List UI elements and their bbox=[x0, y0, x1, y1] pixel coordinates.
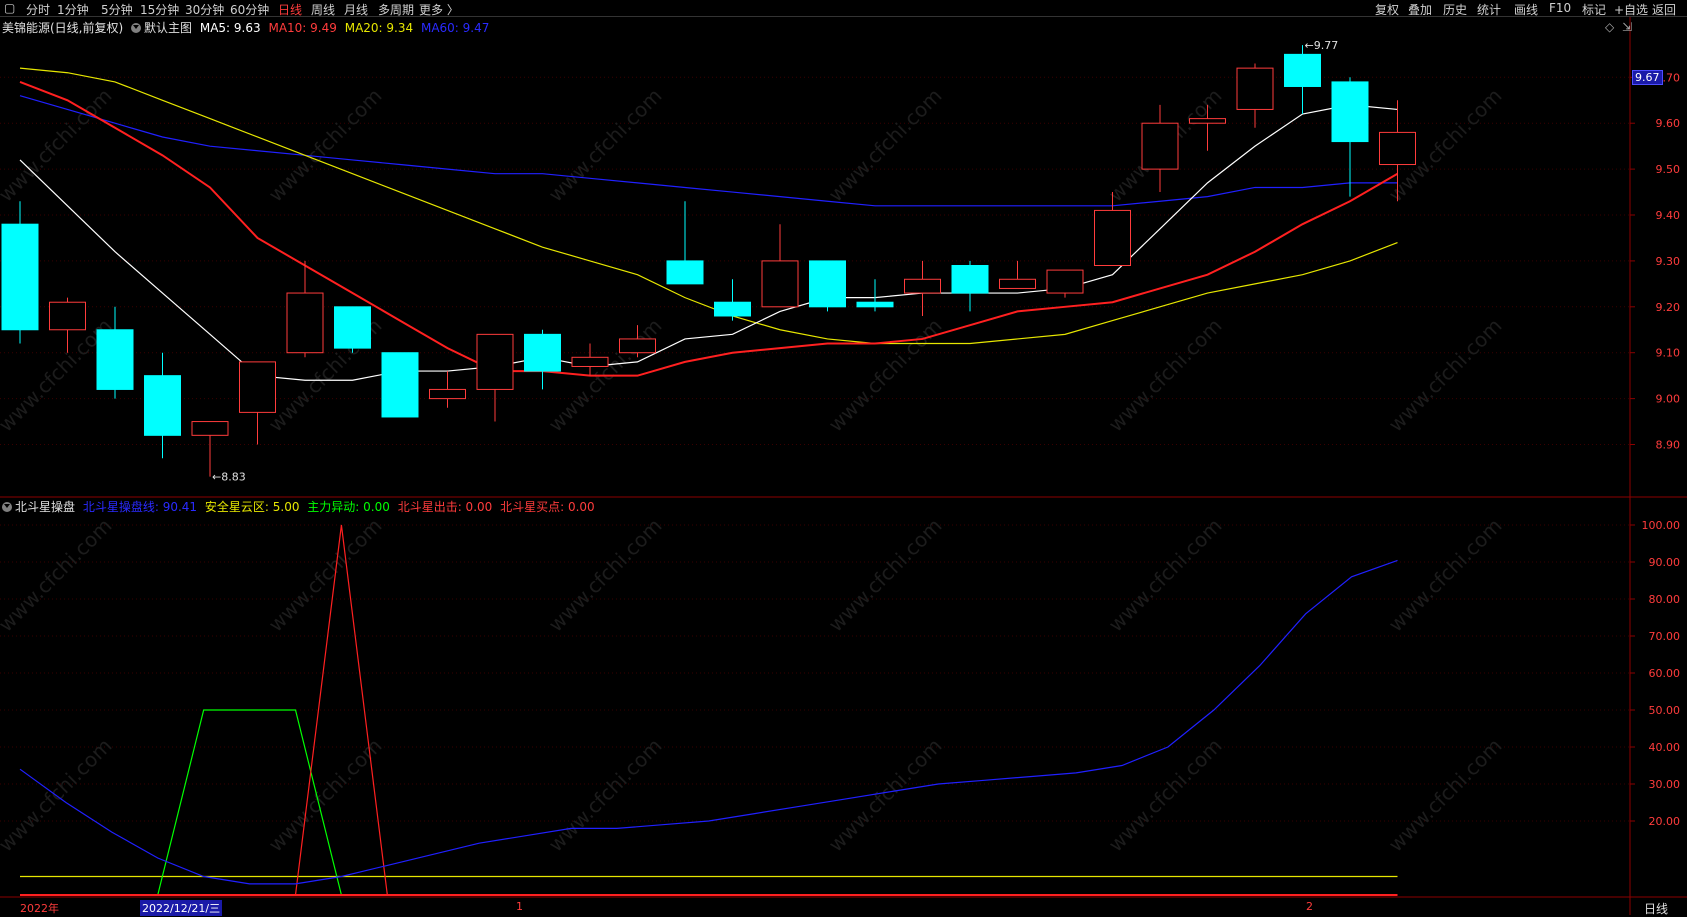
template-menu-icon[interactable] bbox=[131, 23, 142, 33]
candle-body-up bbox=[1141, 122, 1179, 170]
candle-body-down bbox=[809, 260, 846, 308]
curve-value: 北斗星操盘线: 90.41 bbox=[82, 500, 198, 514]
month-label-2: 2 bbox=[1306, 900, 1313, 913]
indicator-tick-label: 90.00 bbox=[1649, 556, 1681, 569]
candle-body-up bbox=[476, 333, 514, 390]
candle-body-up bbox=[49, 301, 86, 331]
chart-canvas: 9.709.609.509.409.309.209.109.008.90100.… bbox=[0, 17, 1687, 915]
watermark: www.cfchi.com bbox=[1384, 734, 1507, 857]
indicator-tick-label: 30.00 bbox=[1649, 778, 1681, 791]
price-tick-label: 9.30 bbox=[1656, 255, 1681, 268]
candle-body-down bbox=[951, 265, 989, 294]
out-value: 北斗星出击: 0.00 bbox=[397, 500, 493, 514]
ma5-value: MA5: 9.63 bbox=[199, 21, 261, 35]
candle-body-down bbox=[1, 223, 39, 331]
candle-body-down bbox=[334, 306, 371, 349]
candle-body-up bbox=[191, 421, 229, 436]
price-tick-label: 9.10 bbox=[1656, 347, 1681, 360]
cloud-value: 安全星云区: 5.00 bbox=[204, 500, 300, 514]
watermark: www.cfchi.com bbox=[1384, 314, 1507, 437]
month-label-1: 1 bbox=[516, 900, 523, 913]
low-annotation: ←8.83 bbox=[212, 471, 246, 484]
indicator-tick-label: 50.00 bbox=[1649, 704, 1681, 717]
high-annotation: ←9.77 bbox=[1305, 39, 1339, 52]
candle-body-down bbox=[144, 375, 181, 436]
sub-legend: 北斗星操盘 北斗星操盘线: 90.41 安全星云区: 5.00 主力异动: 0.… bbox=[2, 498, 595, 515]
cursor-date-label: 2022/12/21/三 bbox=[140, 900, 223, 916]
candle-body-up bbox=[999, 278, 1036, 289]
watermark: www.cfchi.com bbox=[0, 84, 117, 207]
watermark: www.cfchi.com bbox=[1104, 314, 1227, 437]
stock-name[interactable]: 美锦能源(日线,前复权) bbox=[2, 21, 123, 35]
watermark: www.cfchi.com bbox=[264, 84, 387, 207]
price-tick-label: 9.20 bbox=[1656, 301, 1681, 314]
watermark: www.cfchi.com bbox=[0, 514, 117, 637]
price-tick-label: 9.00 bbox=[1656, 393, 1681, 406]
ma10-value: MA10: 9.49 bbox=[268, 21, 337, 35]
watermark: www.cfchi.com bbox=[1104, 734, 1227, 857]
watermark: www.cfchi.com bbox=[824, 84, 947, 207]
price-tick-label: 8.90 bbox=[1656, 439, 1681, 452]
price-tick-label: 9.50 bbox=[1656, 163, 1681, 176]
watermark: www.cfchi.com bbox=[544, 734, 667, 857]
buy-value: 北斗星买点: 0.00 bbox=[500, 500, 595, 514]
indicator-tick-label: 70.00 bbox=[1649, 630, 1681, 643]
watermark: www.cfchi.com bbox=[0, 734, 117, 857]
period-label[interactable]: 日线 bbox=[1644, 900, 1668, 917]
candle-body-down bbox=[96, 329, 134, 390]
candle-body-down bbox=[381, 352, 419, 418]
indicator-name[interactable]: 北斗星操盘 bbox=[15, 500, 75, 514]
candle-body-up bbox=[1189, 118, 1226, 124]
candle-body-up bbox=[1236, 67, 1274, 110]
ma60-value: MA60: 9.47 bbox=[420, 21, 490, 35]
candle-body-down bbox=[856, 301, 894, 308]
candle-body-up bbox=[429, 388, 466, 400]
candle-body-down bbox=[524, 333, 561, 372]
template-name[interactable]: 默认主图 bbox=[144, 21, 192, 35]
candle-body-up bbox=[286, 292, 324, 354]
current-price-badge: 9.67 bbox=[1632, 70, 1663, 85]
indicator-tick-label: 60.00 bbox=[1649, 667, 1681, 680]
watermark: www.cfchi.com bbox=[824, 514, 947, 637]
indicator-tick-label: 80.00 bbox=[1649, 593, 1681, 606]
watermark: www.cfchi.com bbox=[1384, 514, 1507, 637]
main-legend: 美锦能源(日线,前复权) 默认主图 MA5: 9.63 MA10: 9.49 M… bbox=[2, 19, 489, 36]
watermark: www.cfchi.com bbox=[544, 84, 667, 207]
indicator-menu-icon[interactable] bbox=[2, 502, 12, 512]
indicator-tick-label: 100.00 bbox=[1642, 519, 1681, 532]
candle-body-up bbox=[619, 338, 656, 354]
candle-body-up bbox=[1094, 209, 1131, 266]
expand-icon[interactable]: ⇲ bbox=[1622, 20, 1632, 34]
candle-body-up bbox=[1379, 131, 1416, 166]
cloud-line bbox=[20, 709, 1398, 896]
watermark: www.cfchi.com bbox=[824, 734, 947, 857]
candle-body-down bbox=[714, 301, 751, 317]
price-tick-label: 9.60 bbox=[1656, 117, 1681, 130]
year-label: 2022年 bbox=[20, 902, 59, 915]
indicator-tick-label: 20.00 bbox=[1649, 815, 1681, 828]
watermark: www.cfchi.com bbox=[824, 314, 947, 437]
curve-line bbox=[19, 559, 1398, 885]
candle-body-down bbox=[1284, 53, 1321, 87]
candle-body-up bbox=[239, 361, 276, 413]
candle-body-down bbox=[1331, 81, 1369, 143]
price-tick-label: 9.40 bbox=[1656, 209, 1681, 222]
candle-body-up bbox=[904, 278, 941, 294]
close-icon[interactable]: ◇ bbox=[1605, 20, 1614, 34]
candle-body-down bbox=[666, 260, 704, 285]
watermark: www.cfchi.com bbox=[264, 514, 387, 637]
candle-body-up bbox=[571, 356, 609, 367]
candle-body-up bbox=[1046, 269, 1084, 294]
ma20-value: MA20: 9.34 bbox=[344, 21, 414, 35]
candle-body-up bbox=[761, 260, 799, 308]
watermark: www.cfchi.com bbox=[264, 734, 387, 857]
indicator-tick-label: 40.00 bbox=[1649, 741, 1681, 754]
watermark: www.cfchi.com bbox=[1104, 514, 1227, 637]
watermark: www.cfchi.com bbox=[544, 514, 667, 637]
force-value: 主力异动: 0.00 bbox=[307, 500, 390, 514]
